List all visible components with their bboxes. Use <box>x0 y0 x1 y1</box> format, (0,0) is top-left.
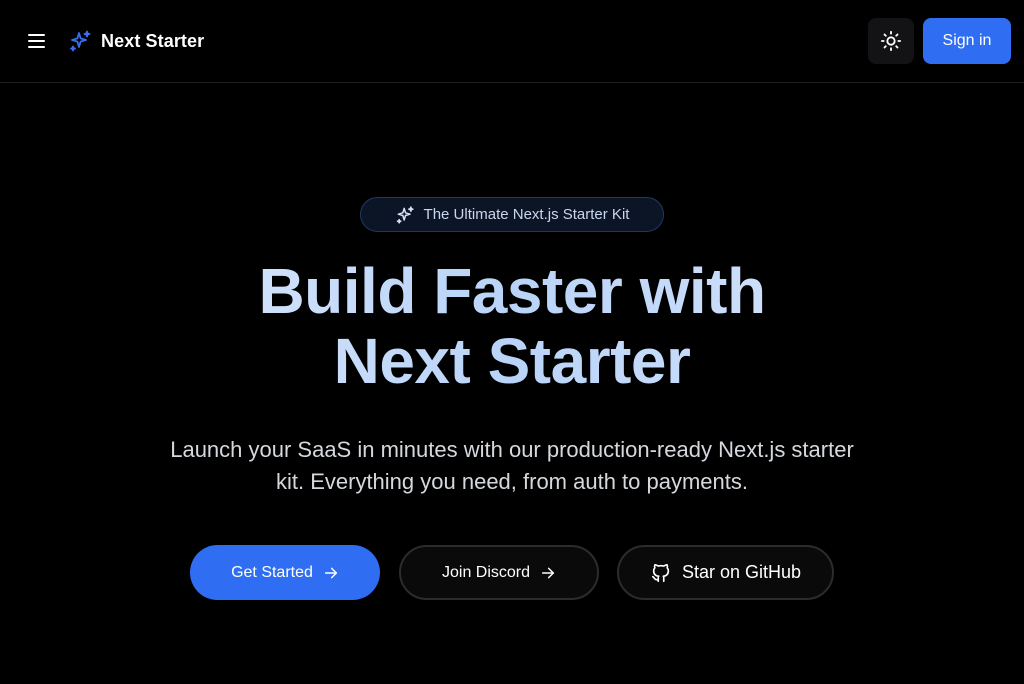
arrow-right-icon <box>541 567 555 578</box>
hero-title: Build Faster with Next Starter <box>0 256 1024 396</box>
join-discord-button[interactable]: Join Discord <box>399 545 599 600</box>
hero-badge: The Ultimate Next.js Starter Kit <box>360 197 664 232</box>
hero-subtitle: Launch your SaaS in minutes with our pro… <box>112 434 912 498</box>
join-discord-label: Join Discord <box>441 563 531 581</box>
get-started-button[interactable]: Get Started <box>190 545 380 600</box>
star-on-github-button[interactable]: Star on GitHub <box>617 545 834 600</box>
arrow-right-icon <box>324 567 337 578</box>
badge-text: The Ultimate Next.js Starter Kit <box>423 206 630 223</box>
hamburger-menu-icon <box>28 34 45 48</box>
sign-in-button[interactable]: Sign in <box>923 18 1011 64</box>
github-icon <box>651 563 670 582</box>
hero-subtitle-line-2: kit. Everything you need, from auth to p… <box>275 469 749 494</box>
theme-toggle-button[interactable] <box>868 18 914 64</box>
sparkles-icon <box>396 205 414 224</box>
hero-title-line-2: Next Starter <box>0 326 1024 396</box>
hero-subtitle-line-1: Launch your SaaS in minutes with our pro… <box>170 437 854 462</box>
top-navbar: Next Starter Sign in <box>0 0 1024 83</box>
menu-button[interactable] <box>24 28 50 54</box>
hero-title-line-1: Build Faster with <box>0 256 1024 326</box>
sparkles-icon <box>70 30 91 52</box>
star-on-github-label: Star on GitHub <box>681 562 802 582</box>
brand-logo-link[interactable]: Next Starter <box>68 27 204 55</box>
get-started-label: Get Started <box>231 563 313 581</box>
brand-name: Next Starter <box>101 30 205 51</box>
sun-icon <box>880 30 902 52</box>
